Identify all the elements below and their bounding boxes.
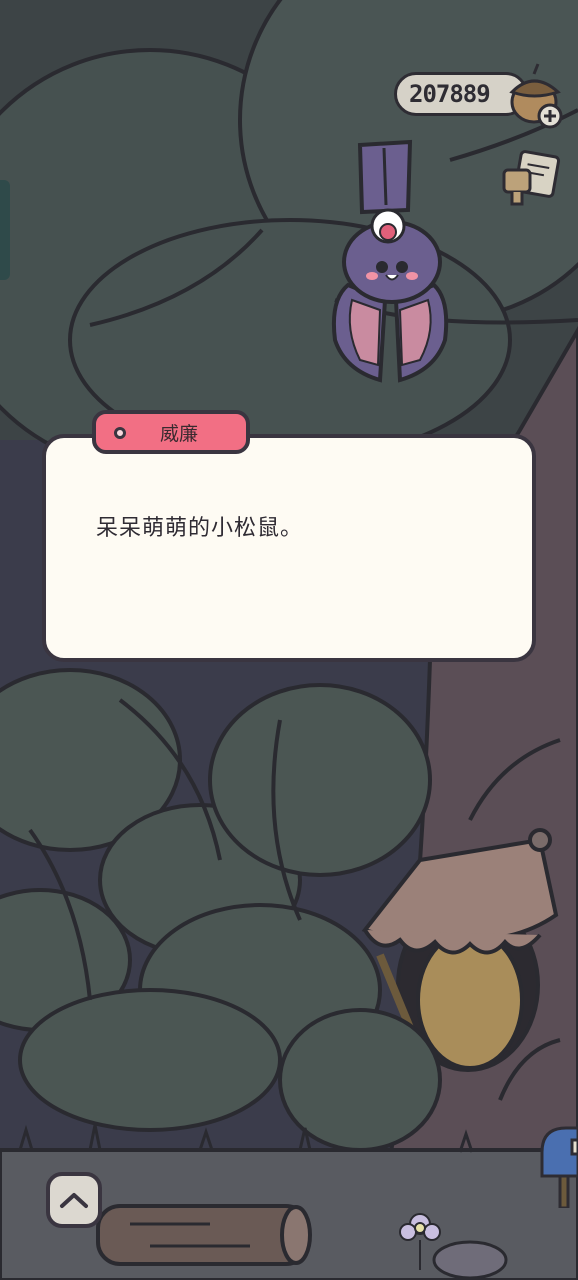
- chevron-up-icon: [60, 1193, 88, 1208]
- speaker-name: 威廉: [159, 422, 198, 445]
- letter-icon[interactable]: [498, 148, 564, 208]
- acorn-count: 207889: [409, 80, 491, 108]
- speaker-name-tag: 威廉: [92, 410, 250, 454]
- collapse-button[interactable]: [46, 1172, 102, 1228]
- dialog-text: 呆呆萌萌的小松鼠。: [96, 516, 304, 541]
- dialog-box[interactable]: 呆呆萌萌的小松鼠。: [42, 434, 536, 662]
- side-panel-tab[interactable]: [0, 180, 10, 280]
- log: [96, 1204, 312, 1266]
- mailbox-icon[interactable]: [532, 1122, 578, 1208]
- acorn-add-button[interactable]: [500, 58, 572, 130]
- name-tag-dot-icon: [114, 427, 126, 439]
